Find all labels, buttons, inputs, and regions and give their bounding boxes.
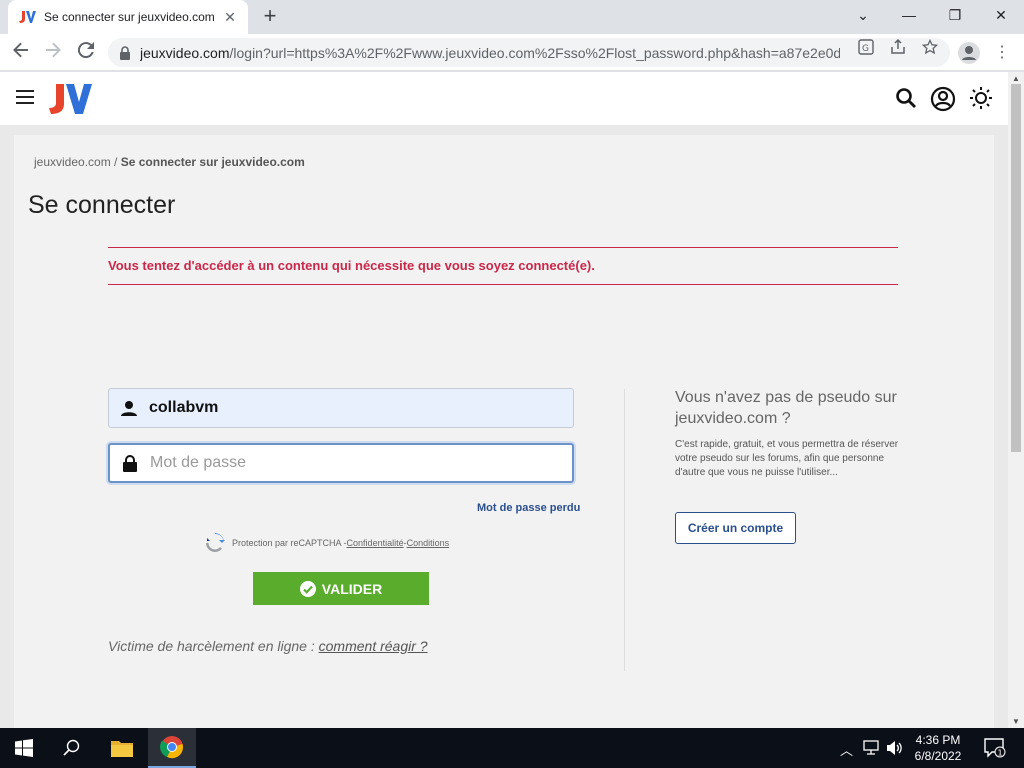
volume-icon[interactable] xyxy=(886,740,904,759)
reload-icon[interactable] xyxy=(73,40,99,66)
tab-search-icon[interactable]: ⌄ xyxy=(840,0,886,30)
address-bar[interactable]: jeuxvideo.com/login?url=https%3A%2F%2Fww… xyxy=(108,38,950,67)
harassment-link[interactable]: comment réagir ? xyxy=(319,638,428,654)
taskbar-clock[interactable]: 4:36 PM 6/8/2022 xyxy=(906,732,970,764)
tab-close-icon[interactable]: ✕ xyxy=(222,9,238,26)
search-icon[interactable] xyxy=(894,86,918,110)
taskbar: ︿ 4:36 PM 6/8/2022 1 xyxy=(0,728,1024,768)
browser-tab[interactable]: Se connecter sur jeuxvideo.com ✕ xyxy=(8,0,248,34)
privacy-link[interactable]: Confidentialité xyxy=(347,538,404,548)
bookmark-star-icon[interactable] xyxy=(920,38,940,59)
recaptcha-notice: Protection par reCAPTCHA - Confidentiali… xyxy=(204,532,449,554)
harassment-notice: Victime de harcèlement en ligne : commen… xyxy=(108,638,428,654)
profile-avatar-icon[interactable] xyxy=(958,42,980,64)
signup-title: Vous n'avez pas de pseudo sur jeuxvideo.… xyxy=(675,389,897,427)
url-text: jeuxvideo.com/login?url=https%3A%2F%2Fww… xyxy=(140,44,840,61)
clock-time: 4:36 PM xyxy=(915,733,961,747)
breadcrumb-home-link[interactable]: jeuxvideo.com xyxy=(34,155,111,169)
svg-text:1: 1 xyxy=(998,749,1003,758)
site-header xyxy=(0,72,1008,125)
login-panel: jeuxvideo.com / Se connecter sur jeuxvid… xyxy=(14,135,994,728)
theme-sun-icon[interactable] xyxy=(969,86,993,110)
browser-toolbar: jeuxvideo.com/login?url=https%3A%2F%2Fww… xyxy=(0,34,1024,71)
svg-text:G: G xyxy=(862,44,869,54)
clock-date: 6/8/2022 xyxy=(914,749,962,763)
file-explorer-icon[interactable] xyxy=(98,728,146,768)
scroll-down-icon[interactable]: ▼ xyxy=(1012,717,1020,726)
column-divider xyxy=(624,389,625,671)
recaptcha-text: Protection par reCAPTCHA - xyxy=(232,538,347,548)
scroll-up-icon[interactable]: ▲ xyxy=(1012,74,1020,83)
password-field[interactable] xyxy=(108,443,574,483)
check-circle-icon xyxy=(299,580,316,597)
terms-link[interactable]: Conditions xyxy=(407,538,450,548)
forgot-password-link[interactable]: Mot de passe perdu xyxy=(477,502,580,514)
create-account-button[interactable]: Créer un compte xyxy=(675,512,796,544)
harassment-text: Victime de harcèlement en ligne : xyxy=(108,638,319,654)
restore-button[interactable]: ❐ xyxy=(932,0,978,30)
notification-center-icon[interactable]: 1 xyxy=(984,738,1006,761)
page-scrollbar[interactable]: ▲ ▼ xyxy=(1008,72,1024,728)
share-icon[interactable] xyxy=(888,38,908,59)
jv-favicon-icon xyxy=(18,9,36,25)
page-viewport: jeuxvideo.com / Se connecter sur jeuxvid… xyxy=(0,72,1008,728)
tab-title: Se connecter sur jeuxvideo.com xyxy=(44,10,215,24)
scrollbar-thumb[interactable] xyxy=(1011,84,1021,452)
lock-icon xyxy=(110,454,150,472)
browser-tabbar: Se connecter sur jeuxvideo.com ✕ + ⌄ — ❐… xyxy=(0,0,1024,34)
forward-icon[interactable] xyxy=(40,40,66,66)
jv-logo[interactable] xyxy=(48,82,92,116)
breadcrumb-current: Se connecter sur jeuxvideo.com xyxy=(120,155,305,169)
submit-label: VALIDER xyxy=(321,580,383,597)
chrome-taskbar-icon[interactable] xyxy=(148,728,196,768)
windows-start-icon[interactable] xyxy=(0,728,48,768)
username-input[interactable] xyxy=(149,399,549,417)
password-input[interactable] xyxy=(150,454,550,472)
username-field[interactable] xyxy=(108,388,574,428)
lock-icon xyxy=(120,45,130,60)
submit-button[interactable]: VALIDER xyxy=(253,572,429,605)
menu-icon[interactable] xyxy=(16,90,34,104)
network-icon[interactable] xyxy=(862,740,880,759)
breadcrumb: jeuxvideo.com / Se connecter sur jeuxvid… xyxy=(34,155,305,169)
new-tab-button[interactable]: + xyxy=(258,4,282,28)
page-title: Se connecter xyxy=(28,191,176,219)
tray-chevron-icon[interactable]: ︿ xyxy=(840,740,853,759)
translate-icon[interactable]: G xyxy=(856,39,876,59)
recaptcha-icon xyxy=(206,533,225,552)
login-required-alert: Vous tentez d'accéder à un contenu qui n… xyxy=(108,247,898,285)
account-icon[interactable] xyxy=(930,86,956,112)
browser-menu-icon[interactable]: ⋮ xyxy=(994,40,1010,66)
user-icon xyxy=(109,400,149,416)
taskbar-search-icon[interactable] xyxy=(48,728,96,768)
breadcrumb-separator: / xyxy=(110,155,121,169)
minimize-button[interactable]: — xyxy=(886,0,932,30)
signup-text: C'est rapide, gratuit, et vous permettra… xyxy=(675,439,899,478)
back-icon[interactable] xyxy=(8,40,34,66)
window-close-button[interactable]: ✕ xyxy=(978,0,1024,30)
